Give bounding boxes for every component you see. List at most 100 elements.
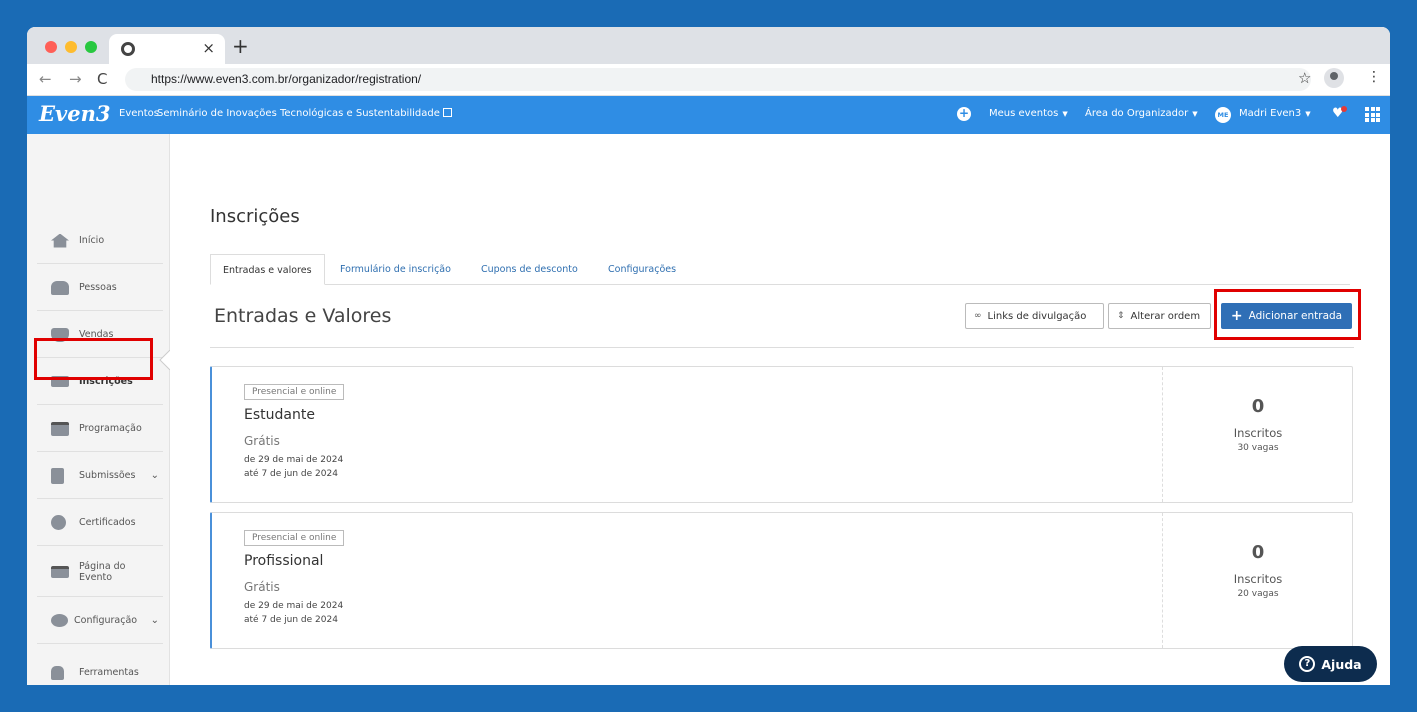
ticket-type-badge: Presencial e online	[244, 384, 345, 400]
links-divulgacao-button[interactable]: ∞ Links de divulgação	[965, 303, 1104, 329]
apps-grid-icon[interactable]	[1365, 107, 1380, 122]
add-button-highlight-box	[1214, 289, 1361, 340]
browser-tab[interactable]: ×	[109, 34, 225, 64]
chevron-down-icon: ⌄	[150, 615, 159, 626]
sidebar-item-pagina-evento[interactable]: Página do Evento	[37, 547, 163, 597]
share-icon: ∞	[974, 311, 982, 321]
main-content: Inscrições Entradas e valores Formulário…	[170, 134, 1390, 685]
sidebar-item-ferramentas[interactable]: Ferramentas	[37, 650, 163, 685]
registrants-label: Inscritos	[1233, 426, 1283, 440]
even3-logo[interactable]: Even3	[39, 101, 110, 126]
ticket-price: Grátis	[244, 580, 280, 594]
calendar-icon	[51, 421, 69, 436]
sidebar: Início Pessoas Vendas Inscrições Program…	[27, 134, 170, 685]
sidebar-item-label: Ferramentas	[79, 667, 139, 678]
browser-tab-strip: × +	[27, 27, 1390, 64]
back-arrow-icon[interactable]: ←	[39, 70, 52, 88]
address-bar-row: ← → C https://www.even3.com.br/organizad…	[27, 64, 1390, 96]
event-name-link[interactable]: Seminário de Inovações Tecnológicas e Su…	[157, 108, 452, 119]
tab-entradas-valores[interactable]: Entradas e valores	[210, 254, 325, 285]
tab-configuracoes[interactable]: Configurações	[608, 254, 676, 285]
sidebar-item-label: Pessoas	[79, 282, 117, 293]
sidebar-item-submissoes[interactable]: Submissões ⌄	[37, 453, 163, 499]
help-button[interactable]: ? Ajuda	[1284, 646, 1377, 682]
registrants-count: 0	[1251, 396, 1265, 417]
ticket-start-date: de 29 de mai de 2024	[244, 601, 344, 611]
settings-icon	[51, 614, 68, 627]
ticket-name: Profissional	[244, 553, 324, 569]
divider	[210, 347, 1354, 348]
page-title: Inscrições	[210, 206, 300, 227]
browser-menu-icon[interactable]: ⋮	[1367, 69, 1381, 85]
links-divulgacao-label: Links de divulgação	[987, 310, 1087, 322]
header-section-link[interactable]: Eventos	[119, 108, 159, 119]
caret-down-icon: ▼	[1192, 110, 1198, 118]
sidebar-item-label: Submissões	[79, 470, 136, 481]
forward-arrow-icon[interactable]: →	[69, 70, 82, 88]
my-events-label: Meus eventos	[989, 108, 1059, 119]
chevron-down-icon: ⌄	[150, 470, 159, 481]
registrants-count: 0	[1251, 542, 1265, 563]
ticket-end-date: até 7 de jun de 2024	[244, 469, 338, 479]
bookmark-star-icon[interactable]: ☆	[1298, 69, 1311, 87]
sidebar-item-pessoas[interactable]: Pessoas	[37, 265, 163, 311]
lock-icon	[51, 665, 64, 680]
organizer-area-menu[interactable]: Área do Organizador ▼	[1085, 108, 1198, 119]
sidebar-item-programacao[interactable]: Programação	[37, 406, 163, 452]
user-menu[interactable]: Madri Even3 ▼	[1239, 108, 1311, 119]
caret-down-icon: ▼	[1062, 110, 1068, 118]
sidebar-item-label: Certificados	[79, 517, 136, 528]
vacancies-text: 30 vagas	[1237, 443, 1279, 453]
external-link-icon	[442, 108, 452, 117]
help-question-icon: ?	[1299, 656, 1316, 672]
app-header: Even3 Eventos Seminário de Inovações Tec…	[27, 96, 1390, 134]
sidebar-item-label: Configuração	[74, 615, 138, 626]
ticket-card[interactable]: Presencial e online Profissional Grátis …	[210, 512, 1353, 649]
tab-formulario-inscricao[interactable]: Formulário de inscrição	[340, 254, 451, 285]
notification-bell-icon[interactable]: ♥	[1332, 106, 1347, 121]
people-icon	[51, 280, 69, 295]
minimize-window-button[interactable]	[65, 41, 77, 53]
ticket-name: Estudante	[244, 407, 315, 423]
sidebar-item-certificados[interactable]: Certificados	[37, 500, 163, 546]
window-controls	[45, 41, 97, 53]
profile-avatar-icon[interactable]	[1324, 68, 1344, 88]
sidebar-item-inicio[interactable]: Início	[37, 218, 163, 264]
user-name-label: Madri Even3	[1239, 108, 1302, 119]
ticket-type-badge: Presencial e online	[244, 530, 345, 546]
document-icon	[51, 467, 64, 484]
browser-window: × + ← → C https://www.even3.com.br/organ…	[27, 27, 1390, 685]
sort-icon: ⇕	[1117, 311, 1125, 321]
close-window-button[interactable]	[45, 41, 57, 53]
maximize-window-button[interactable]	[85, 41, 97, 53]
sidebar-item-label: Início	[79, 235, 105, 246]
url-text[interactable]: https://www.even3.com.br/organizador/reg…	[151, 72, 421, 86]
ticket-card[interactable]: Presencial e online Estudante Grátis de …	[210, 366, 1353, 503]
vacancies-text: 20 vagas	[1237, 589, 1279, 599]
section-title: Entradas e Valores	[214, 305, 392, 327]
reload-icon[interactable]: C	[97, 70, 107, 88]
organizer-area-label: Área do Organizador	[1085, 108, 1189, 119]
tab-cupons-desconto[interactable]: Cupons de desconto	[481, 254, 578, 285]
ticket-start-date: de 29 de mai de 2024	[244, 455, 344, 465]
chrome-favicon-icon	[121, 42, 135, 56]
certificate-icon	[51, 515, 66, 530]
webpage-icon	[51, 565, 69, 578]
new-tab-button[interactable]: +	[232, 34, 249, 58]
sidebar-item-configuracao[interactable]: Configuração ⌄	[37, 598, 163, 644]
alterar-ordem-button[interactable]: ⇕ Alterar ordem	[1108, 303, 1211, 329]
user-avatar[interactable]: ME	[1215, 107, 1231, 123]
ticket-price: Grátis	[244, 434, 280, 448]
address-bar[interactable]: https://www.even3.com.br/organizador/reg…	[125, 68, 1311, 91]
sidebar-item-label: Programação	[79, 423, 142, 434]
home-icon	[51, 233, 69, 248]
my-events-menu[interactable]: Meus eventos ▼	[989, 108, 1068, 119]
active-indicator-notch	[159, 350, 170, 370]
tab-close-icon[interactable]: ×	[202, 39, 215, 57]
add-circle-icon[interactable]: +	[957, 107, 971, 121]
help-label: Ajuda	[1321, 656, 1362, 672]
event-name-text: Seminário de Inovações Tecnológicas e Su…	[157, 108, 440, 119]
sidebar-item-label: Página do Evento	[79, 560, 126, 583]
alterar-ordem-label: Alterar ordem	[1130, 310, 1201, 322]
ticket-end-date: até 7 de jun de 2024	[244, 615, 338, 625]
